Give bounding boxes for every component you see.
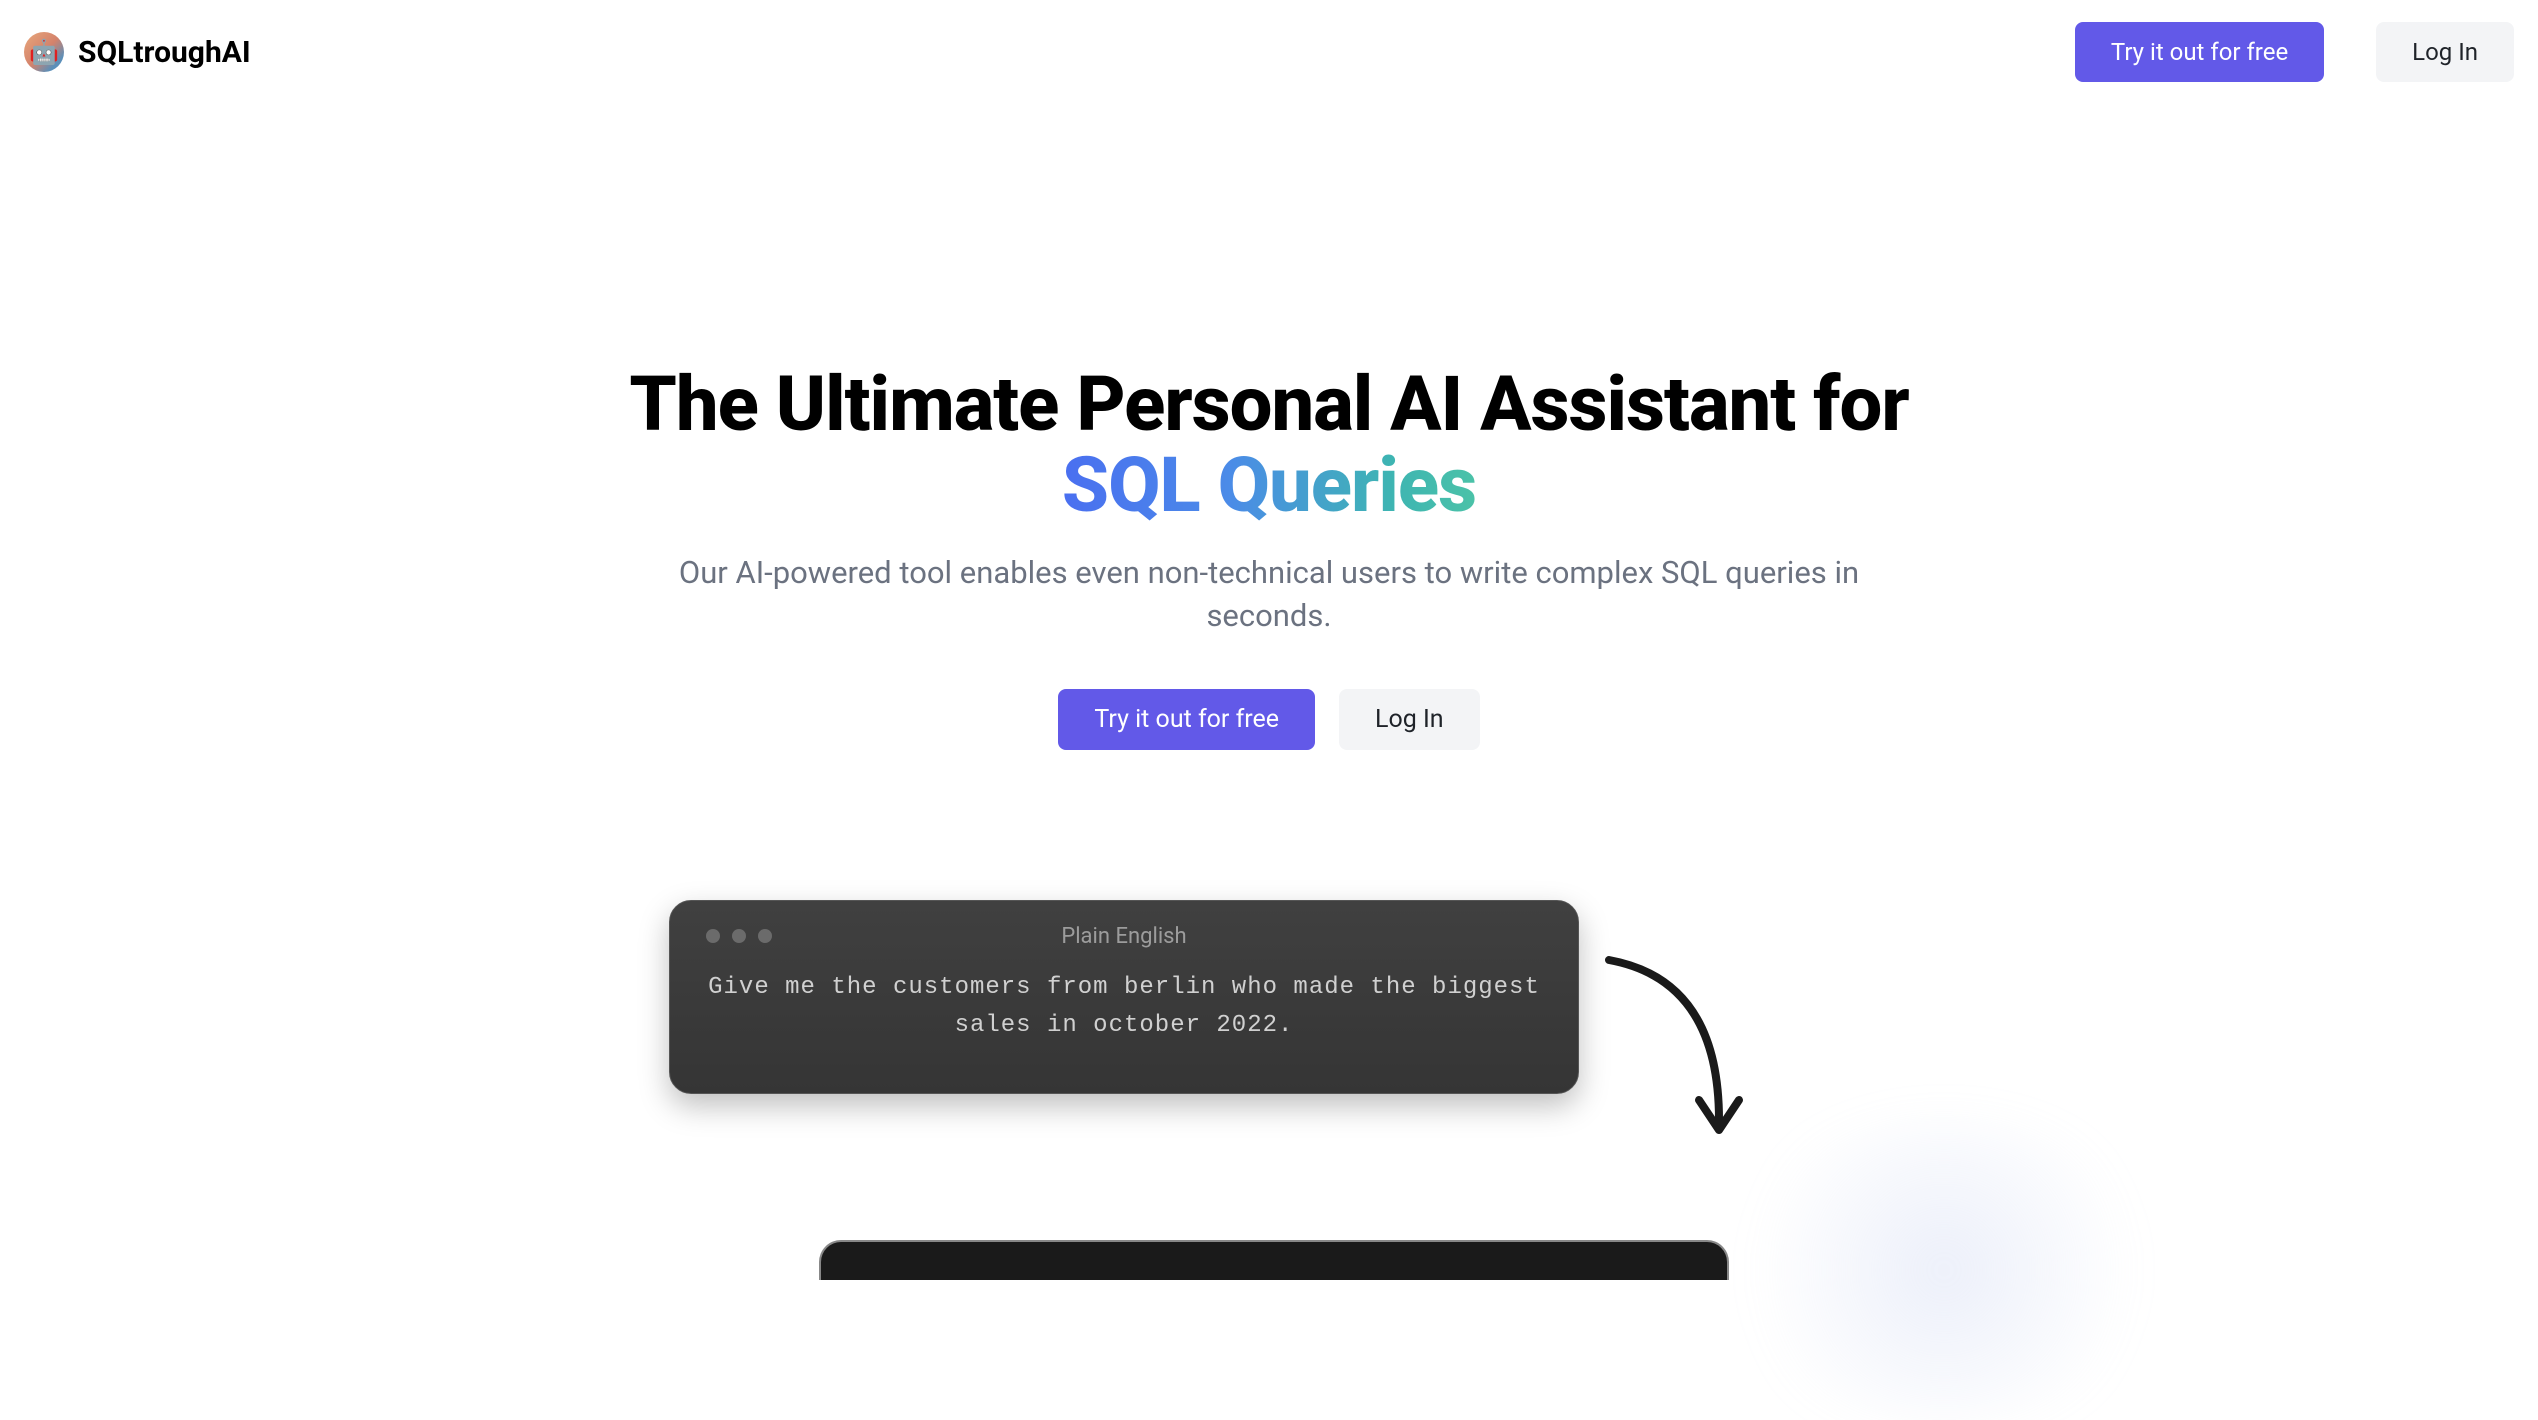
- hero-actions: Try it out for free Log In: [469, 689, 2069, 750]
- hero-login-button[interactable]: Log In: [1339, 689, 1480, 750]
- hero-subtitle: Our AI-powered tool enables even non-tec…: [669, 551, 1869, 638]
- terminal-window-plain-english: Plain English Give me the customers from…: [669, 900, 1579, 1094]
- login-button[interactable]: Log In: [2376, 22, 2514, 82]
- flow-arrow-icon: [1599, 950, 1769, 1160]
- window-dot-icon: [758, 929, 772, 943]
- background-blob: [1719, 1120, 2169, 1420]
- terminal-header: Plain English: [706, 929, 1542, 943]
- hero-try-free-button[interactable]: Try it out for free: [1058, 689, 1315, 750]
- brand-name: SQLtroughAI: [78, 35, 251, 70]
- terminal-window-sql-output: [819, 1240, 1729, 1280]
- site-header: SQLtroughAI Try it out for free Log In: [0, 0, 2538, 104]
- hero-title-text: The Ultimate Personal AI Assistant for: [629, 359, 1908, 449]
- header-actions: Try it out for free Log In: [2075, 22, 2514, 82]
- window-dot-icon: [706, 929, 720, 943]
- hero-title: The Ultimate Personal AI Assistant for S…: [469, 364, 2069, 527]
- brand-logo-icon: [24, 32, 64, 72]
- logo-area[interactable]: SQLtroughAI: [24, 32, 251, 72]
- terminal-title: Plain English: [1061, 924, 1186, 949]
- window-dot-icon: [732, 929, 746, 943]
- hero-section: The Ultimate Personal AI Assistant for S…: [469, 104, 2069, 900]
- hero-title-gradient: SQL Queries: [1062, 445, 1476, 526]
- terminal-body-text: Give me the customers from berlin who ma…: [706, 969, 1542, 1045]
- window-controls: [706, 929, 772, 943]
- try-free-button[interactable]: Try it out for free: [2075, 22, 2324, 82]
